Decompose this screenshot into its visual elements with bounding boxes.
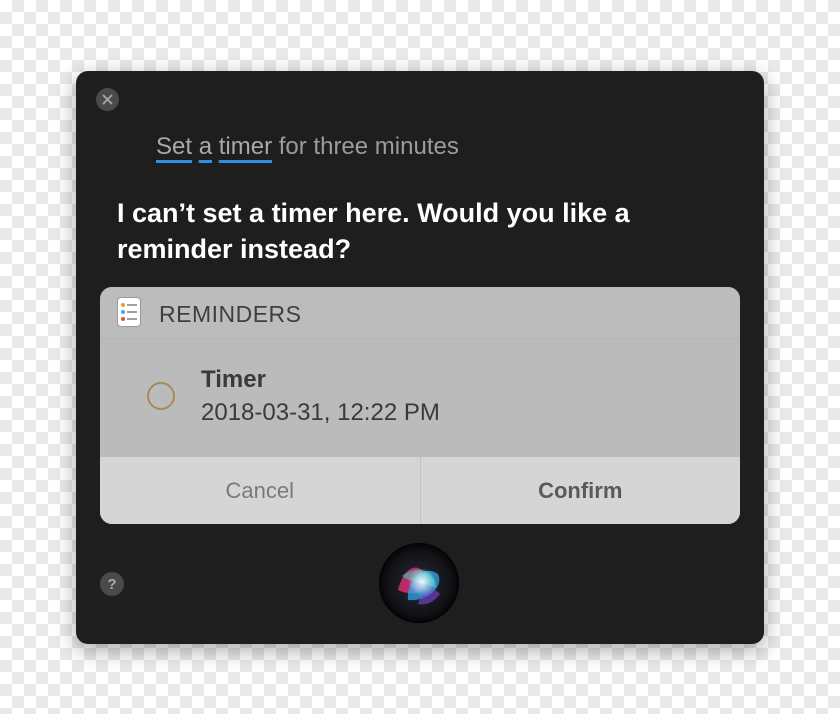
reminder-checkbox[interactable] xyxy=(147,382,175,410)
confirm-button[interactable]: Confirm xyxy=(421,457,741,524)
query-word-timer[interactable]: timer xyxy=(219,133,272,160)
help-button[interactable]: ? xyxy=(100,572,124,596)
spoken-query: Set a timer for three minutes xyxy=(156,133,459,161)
reminder-item[interactable]: Timer 2018-03-31, 12:22 PM xyxy=(100,339,740,457)
app-name: REMINDERS xyxy=(159,301,302,327)
query-word-a[interactable]: a xyxy=(199,133,212,160)
query-word-set[interactable]: Set xyxy=(156,133,192,160)
reminder-title: Timer xyxy=(201,366,266,393)
reminders-card: REMINDERS Timer 2018-03-31, 12:22 PM Can… xyxy=(100,287,740,524)
close-icon xyxy=(102,94,113,105)
reminders-list-icon xyxy=(118,298,140,326)
reminder-datetime: 2018-03-31, 12:22 PM xyxy=(201,399,440,426)
siri-window: Set a timer for three minutes I can’t se… xyxy=(76,71,764,644)
card-actions: Cancel Confirm xyxy=(100,457,740,524)
cancel-button[interactable]: Cancel xyxy=(100,457,421,524)
card-header: REMINDERS xyxy=(100,287,740,339)
query-rest: for three minutes xyxy=(272,133,459,160)
close-button[interactable] xyxy=(96,88,119,111)
siri-orb-icon[interactable] xyxy=(378,542,460,624)
siri-response: I can’t set a timer here. Would you like… xyxy=(117,198,630,264)
